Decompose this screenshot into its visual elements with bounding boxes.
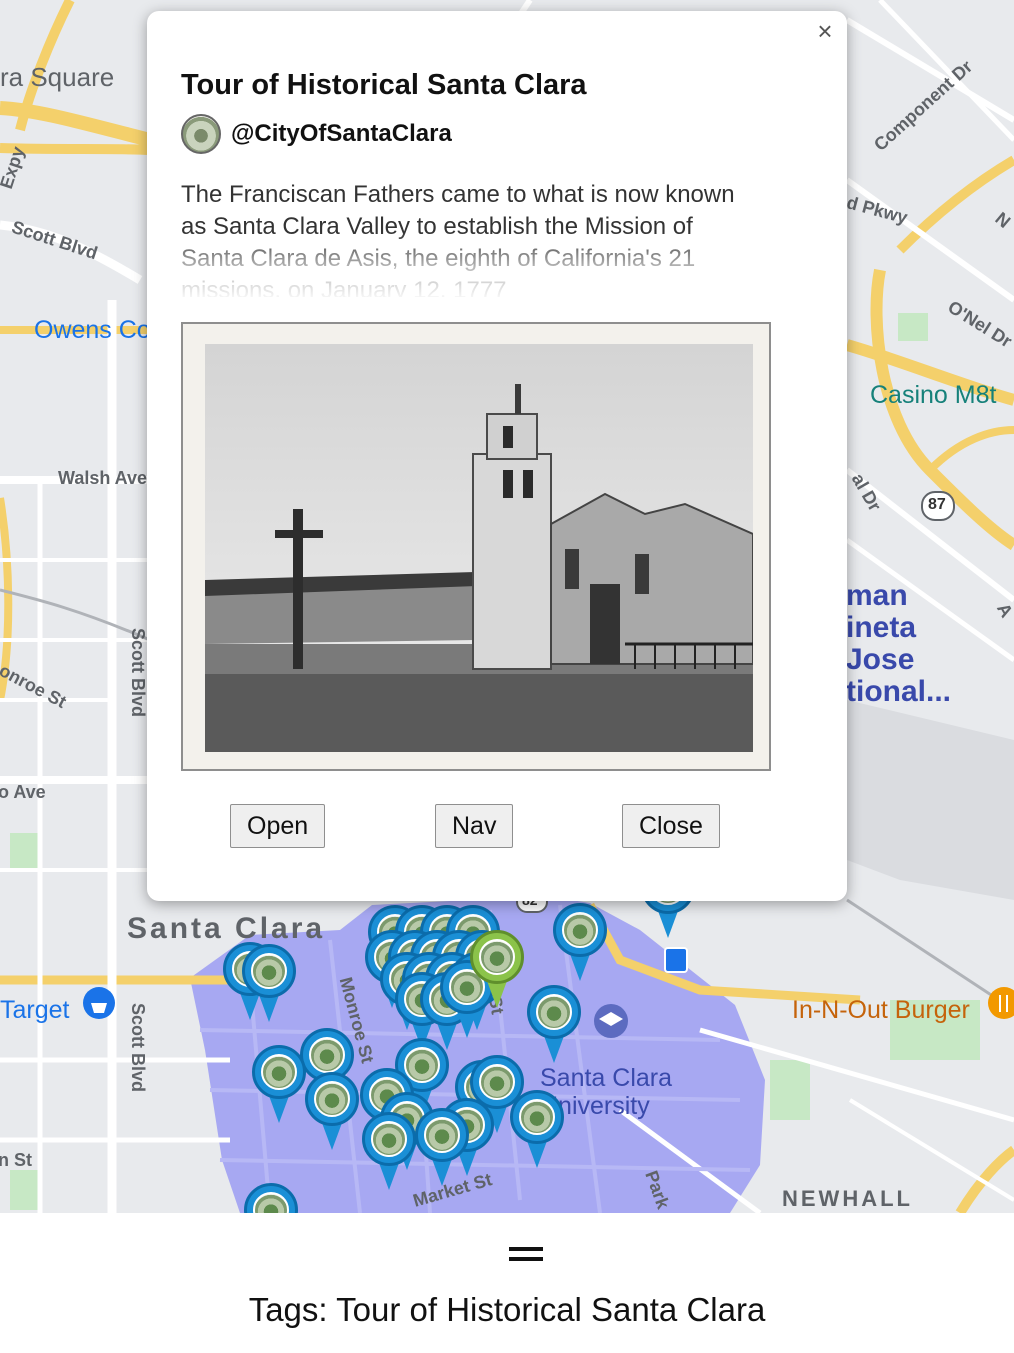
map-label-newhall: NEWHALL — [782, 1186, 913, 1211]
city-seal-icon — [562, 912, 598, 948]
map-label-casino: Casino M8t — [870, 381, 997, 409]
map-marker[interactable] — [244, 1183, 298, 1213]
mission-photo-illustration — [205, 344, 753, 752]
popup-actions: Open Nav Close — [147, 804, 847, 848]
map-label-airport: man ineta Jose tional... — [846, 579, 951, 708]
city-seal-icon — [424, 1117, 460, 1153]
author-row: @CityOfSantaClara — [181, 114, 452, 154]
map-label-owens: Owens Co — [34, 316, 151, 344]
close-button[interactable]: Close — [622, 804, 720, 848]
info-popup: × Tour of Historical Santa Clara @CityOf… — [147, 11, 847, 901]
map-label-target: Target — [0, 996, 70, 1024]
city-seal-icon — [371, 1121, 407, 1157]
selected-map-marker[interactable] — [470, 930, 524, 1010]
map-label-innout: In-N-Out Burger — [792, 996, 970, 1024]
map-marker[interactable] — [362, 1112, 416, 1192]
open-button[interactable]: Open — [230, 804, 326, 848]
nav-button[interactable]: Nav — [435, 804, 514, 848]
route-87-shield: 87 — [928, 496, 946, 513]
tags-text: Tags: Tour of Historical Santa Clara — [248, 1291, 766, 1328]
author-handle: @CityOfSantaClara — [231, 120, 452, 147]
map-marker[interactable] — [527, 985, 581, 1065]
map-label-walsh: Walsh Ave — [58, 468, 148, 488]
city-seal-icon — [479, 939, 515, 975]
historic-photo — [181, 322, 771, 771]
city-seal-icon — [519, 1099, 555, 1135]
city-seal-icon — [309, 1037, 345, 1073]
city-seal-icon — [261, 1054, 297, 1090]
city-seal-icon — [314, 1081, 350, 1117]
map-label-scott-blvd-low: Scott Blvd — [128, 1003, 148, 1093]
city-seal-icon — [536, 994, 572, 1030]
map-marker[interactable] — [252, 1045, 306, 1125]
map-label-ave-left: o Ave — [0, 782, 46, 802]
city-seal-icon — [251, 953, 287, 989]
close-icon[interactable]: × — [811, 17, 839, 45]
map-label-scott-blvd-mid: Scott Blvd — [128, 628, 148, 718]
popup-description: The Franciscan Fathers came to what is n… — [181, 181, 735, 297]
map-marker[interactable] — [415, 1108, 469, 1188]
map-label-square: ra Square — [0, 62, 115, 92]
popup-title: Tour of Historical Santa Clara — [181, 69, 587, 101]
map-marker[interactable] — [242, 944, 296, 1024]
map-label-santa-clara: Santa Clara — [127, 912, 326, 945]
avatar — [181, 114, 221, 154]
menu-icon[interactable] — [509, 1247, 543, 1261]
map-marker[interactable] — [510, 1090, 564, 1170]
map-marker[interactable] — [305, 1072, 359, 1152]
footer: Tags: Tour of Historical Santa Clara — [0, 1213, 1014, 1353]
map-label-st-left: n St — [0, 1150, 32, 1170]
map-marker[interactable] — [553, 903, 607, 983]
